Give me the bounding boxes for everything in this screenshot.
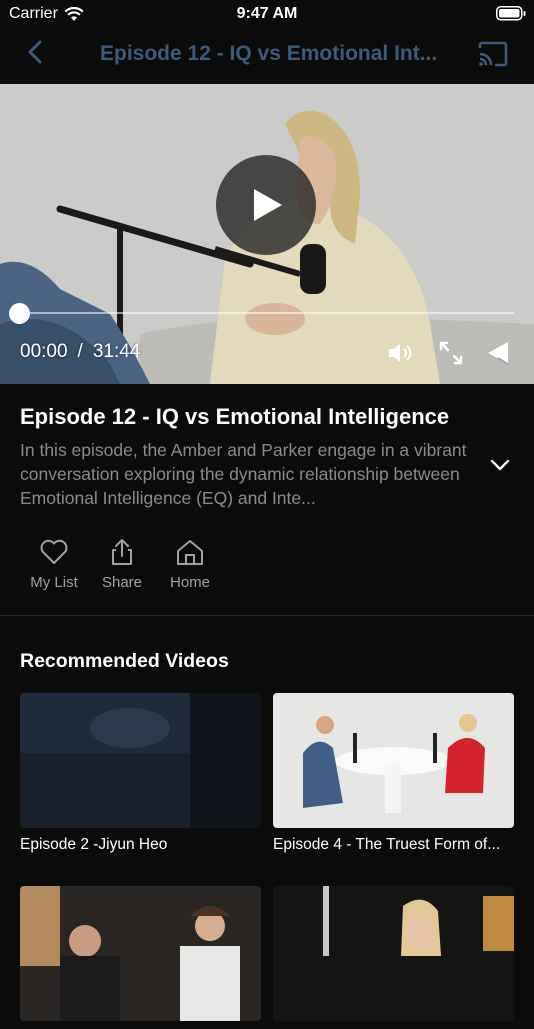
volume-icon	[389, 344, 412, 362]
home-button[interactable]: Home	[156, 538, 224, 591]
chevron-left-icon	[28, 40, 42, 64]
episode-title: Episode 12 - IQ vs Emotional Intelligenc…	[20, 404, 450, 429]
video-player[interactable]: 00:00 / 31:44	[0, 84, 534, 384]
time-readout: 00:00 / 31:44	[20, 341, 140, 363]
home-label: Home	[169, 574, 210, 591]
share-icon	[112, 539, 132, 565]
recommended-video-card[interactable]	[20, 886, 261, 1029]
heart-icon	[40, 539, 68, 564]
share-label: Share	[101, 574, 143, 591]
home-icon	[177, 540, 203, 565]
volume-button[interactable]	[386, 339, 414, 367]
episode-description: In this episode, the Amber and Parker en…	[20, 440, 467, 508]
current-time: 00:00	[20, 341, 68, 362]
nav-title: Episode 12 - IQ vs Emotional Int...	[100, 42, 438, 65]
video-thumbnail	[20, 886, 261, 1021]
expand-description-button[interactable]	[488, 455, 512, 475]
progress-bar[interactable]	[20, 312, 514, 314]
recommended-video-card[interactable]: Episode 2 -Jiyun Heo	[20, 693, 261, 854]
progress-scrubber[interactable]	[9, 303, 30, 324]
duration: 31:44	[92, 341, 141, 362]
status-time: 9:47 AM	[236, 5, 298, 22]
video-thumbnail	[273, 886, 514, 1021]
cast-icon	[478, 41, 508, 67]
recommended-video-title: Episode 2 -Jiyun Heo	[20, 836, 168, 853]
expand-icon	[439, 341, 463, 365]
fullscreen-button[interactable]	[437, 339, 465, 367]
my-list-button[interactable]: My List	[20, 538, 88, 591]
recommended-heading: Recommended Videos	[20, 650, 229, 672]
time-separator: /	[77, 341, 83, 362]
play-button[interactable]	[216, 155, 316, 255]
share-button[interactable]: Share	[88, 538, 156, 591]
back-button[interactable]	[24, 38, 48, 68]
recommended-video-card[interactable]	[273, 886, 514, 1029]
airplay-icon	[488, 342, 509, 365]
section-divider	[0, 615, 534, 616]
video-thumbnail	[20, 693, 261, 828]
action-bar: My List Share Home	[20, 538, 224, 591]
airplay-button[interactable]	[484, 339, 512, 367]
status-bar: Carrier 9:47 AM	[0, 0, 534, 28]
chevron-down-icon	[490, 459, 510, 471]
video-thumbnail	[273, 693, 514, 828]
play-icon	[254, 189, 282, 221]
nav-bar: Episode 12 - IQ vs Emotional Int...	[0, 28, 534, 84]
cast-button[interactable]	[476, 40, 510, 68]
my-list-label: My List	[30, 574, 78, 591]
recommended-video-title: Episode 4 - The Truest Form of...	[273, 836, 501, 853]
recommended-video-card[interactable]: Episode 4 - The Truest Form of...	[273, 693, 514, 854]
battery-icon	[496, 6, 526, 26]
